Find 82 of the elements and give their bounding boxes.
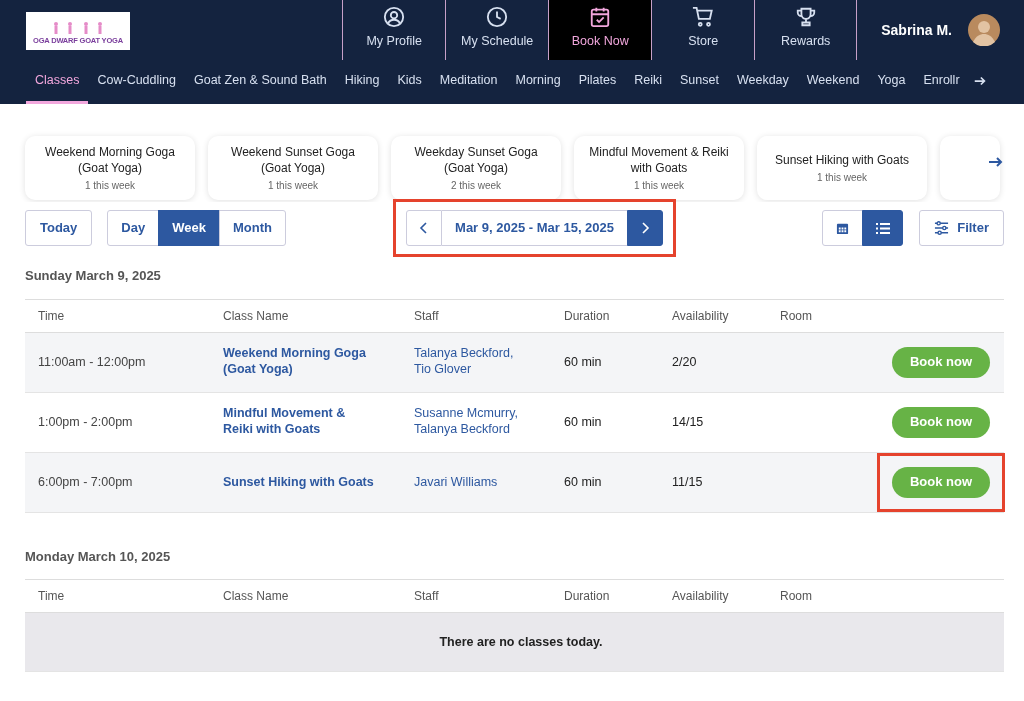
user-name[interactable]: Sabrina M. [881,19,952,41]
class-card[interactable]: Weekend Morning Goga (Goat Yoga) 1 this week [25,136,195,200]
class-title: Weekend Sunset Goga (Goat Yoga) [230,143,356,176]
time-text: 6:00pm - 7:00pm [38,474,133,489]
column-header: Availability [672,308,729,323]
category-tab[interactable]: Hiking [335,71,389,104]
category-tab[interactable]: Weekday [727,71,798,104]
day-heading: Sunday March 9, 2025 [24,267,162,285]
nav-item[interactable]: Store [651,0,755,60]
class-title: Weekend Morning Goga (Goat Yoga) [44,143,176,176]
class-count: 2 this week [451,178,501,193]
column-header: Time [38,589,65,603]
class-title: Weekday Sunset Goga (Goat Yoga) [413,143,539,176]
staff-link[interactable]: Susanne Mcmurry, Talanya Beckford [414,405,522,438]
column-header: Duration [564,308,610,323]
view-toggle[interactable]: Month [218,210,286,246]
class-count: 1 this week [817,170,867,185]
column-header: Availability [672,589,729,603]
date-range: Mar 9, 2025 - Mar 15, 2025 [442,210,628,246]
class-count: 1 this week [85,178,135,193]
filter-button[interactable]: Filter [919,210,1004,246]
calendar-check-icon [589,6,612,29]
cart-icon [691,6,716,29]
column-header: Class Name [223,589,289,603]
availability-text: 11/15 [672,474,703,489]
column-header: Room [780,308,812,323]
today-button[interactable]: Today [25,210,93,246]
category-tab[interactable]: Weekend [797,71,869,104]
clock-icon [486,6,509,29]
category-tab[interactable]: Kids [388,71,431,104]
category-tab[interactable]: Goat Zen & Sound Bath [185,71,336,104]
day-heading: Monday March 10, 2025 [24,547,172,566]
column-header: Time [38,308,65,323]
duration-text: 60 min [564,414,602,429]
availability-text: 14/15 [672,414,704,429]
avatar[interactable] [968,14,1000,46]
category-tab[interactable]: Meditation [430,71,507,104]
class-title: Mindful Movement & Reiki with Goats [589,143,729,176]
next-button[interactable] [627,210,664,246]
class-card[interactable]: Weekday Sunset Goga (Goat Yoga) 2 this week [391,136,561,200]
category-tab[interactable]: Sunset [671,71,728,104]
column-header: Room [780,589,812,603]
column-header: Class Name [223,308,289,323]
class-card[interactable]: Sunset Hiking with Goats 1 this week [757,136,927,200]
scroll-right-icon[interactable] [972,74,987,88]
nav-item[interactable]: Rewards [754,0,858,60]
class-link[interactable]: Mindful Movement & Reiki with Goats [223,405,375,438]
chevron-left-icon [419,222,430,234]
column-header: Staff [414,308,439,323]
list-view-button[interactable] [862,210,904,246]
sliders-icon [934,221,950,235]
chevron-right-icon [640,222,651,234]
duration-text: 60 min [564,354,602,369]
calendar-icon [836,222,850,236]
nav-item[interactable]: Book Now [548,0,652,60]
staff-link[interactable]: Javari Williams [414,473,498,490]
calendar-view-button[interactable] [822,210,864,246]
list-icon [875,222,890,236]
view-toggle[interactable]: Day [107,210,160,246]
class-count: 1 this week [634,178,684,193]
availability-text: 2/20 [672,354,697,369]
time-text: 1:00pm - 2:00pm [38,414,133,429]
column-header: Staff [414,589,439,603]
time-text: 11:00am - 12:00pm [38,354,146,369]
category-tab[interactable]: Reiki [625,71,671,104]
category-tab[interactable]: Pilates [569,71,626,104]
trophy-icon [794,6,817,29]
view-toggle[interactable]: Week [158,210,220,246]
duration-text: 60 min [564,474,602,489]
class-card[interactable]: Mindful Movement & Reiki with Goats 1 this week [574,136,744,200]
class-count: 1 this week [268,178,318,193]
category-tab[interactable]: Enrollr [914,71,969,104]
category-tab[interactable]: Morning [506,71,570,104]
column-header: Duration [564,589,610,603]
category-tab[interactable]: Cow-Cuddling [88,71,185,104]
class-title: Sunset Hiking with Goats [774,151,910,168]
class-card[interactable]: Weekend Sunset Goga (Goat Yoga) 1 this week [208,136,378,200]
category-tab[interactable]: Classes [26,71,89,104]
profile-icon [383,6,406,29]
category-tab[interactable]: Yoga [868,71,915,104]
nav-item[interactable]: My Profile [342,0,446,60]
empty-message: There are no classes today. [439,634,603,649]
